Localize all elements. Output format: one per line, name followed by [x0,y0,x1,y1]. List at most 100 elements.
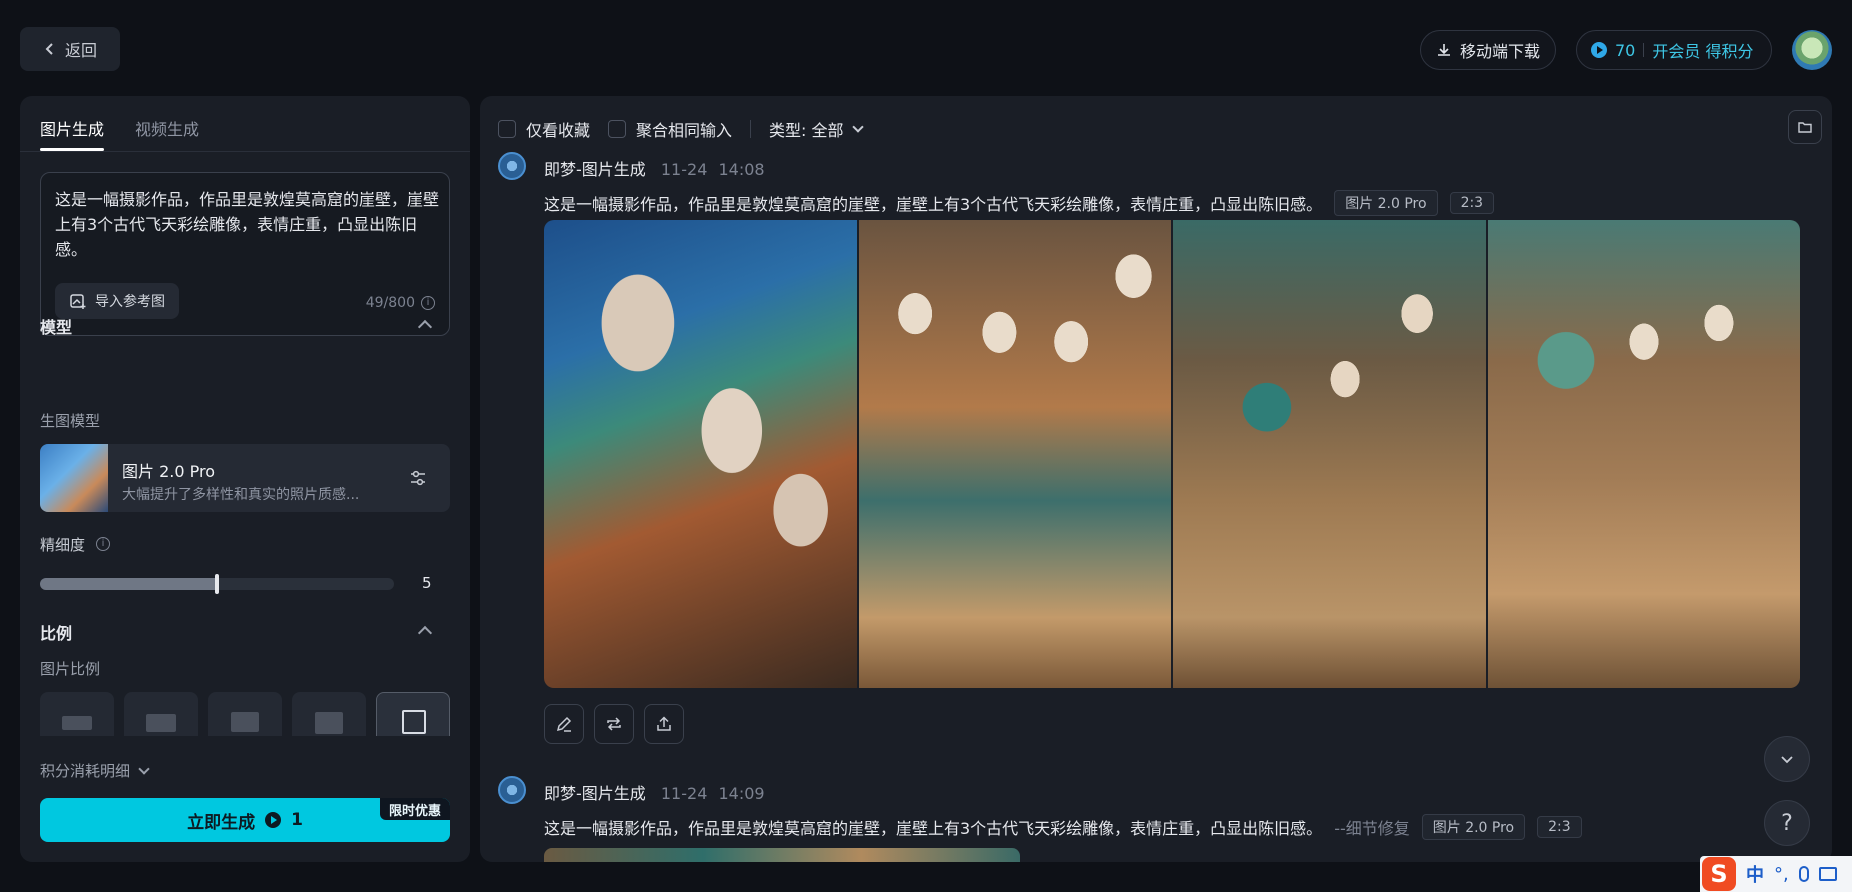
points-coin-icon [1591,42,1607,58]
upload-icon [657,716,671,731]
ratio-tag: 2:3 [1537,816,1582,838]
import-reference-button[interactable]: 导入参考图 [55,283,179,319]
mobile-download-label: 移动端下载 [1459,42,1540,61]
detail-slider-handle[interactable] [215,574,219,594]
help-button[interactable]: ? [1764,800,1810,846]
group-checkbox[interactable] [608,120,627,138]
sliders-icon[interactable] [408,468,428,488]
message-time: 14:09 [718,784,765,803]
microphone-icon[interactable] [1798,866,1809,882]
avatar[interactable] [1792,30,1832,70]
result-message: 即梦-图片生成 11-24 14:09 这是一幅摄影作品，作品里是敦煌莫高窟的崖… [498,776,1758,856]
points-coin-icon [265,812,282,828]
back-label: 返回 [64,41,97,60]
message-date: 11-24 [660,160,708,179]
generate-cost: 1 [291,810,303,830]
cost-detail-toggle[interactable]: 积分消耗明细 [40,760,150,781]
tab-video-generation[interactable]: 视频生成 [135,116,199,140]
ratio-shape [315,712,343,734]
model-tag: 图片 2.0 Pro [1421,814,1526,840]
favorites-filter[interactable]: 仅看收藏 [498,117,590,141]
result-image-grid [544,220,1800,688]
bot-avatar-icon [498,152,526,180]
vip-label: 开会员 得积分 [1652,42,1754,61]
image-add-icon [70,294,86,309]
detail-value: 5 [422,574,432,592]
message-prompt[interactable]: 这是一幅摄影作品，作品里是敦煌莫高窟的崖壁，崖壁上有3个古代飞天彩绘雕像，表情庄… [544,191,1322,215]
cost-detail-label: 积分消耗明细 [40,762,131,780]
chevron-down-icon [1781,756,1793,764]
ratio-tag: 2:3 [1449,192,1495,214]
char-counter: 49/800 i [366,295,435,311]
edit-button[interactable] [544,704,584,744]
info-icon[interactable]: i [421,296,435,310]
repeat-icon [607,717,621,731]
message-header: 即梦-图片生成 11-24 14:08 [544,156,765,180]
message-date: 11-24 [660,784,708,803]
message-author: 即梦-图片生成 [544,784,646,803]
prompt-input[interactable]: 这是一幅摄影作品，作品里是敦煌莫高窟的崖壁，崖壁上有3个古代飞天彩绘雕像，表情庄… [40,172,450,336]
message-prompt-row: 这是一幅摄影作品，作品里是敦煌莫高窟的崖壁，崖壁上有3个古代飞天彩绘雕像，表情庄… [544,814,1582,840]
result-image-preview[interactable] [544,848,1020,862]
detail-label: 精细度 [40,536,86,554]
model-tag: 图片 2.0 Pro [1334,190,1438,216]
model-name: 图片 2.0 Pro [122,462,216,481]
message-header: 即梦-图片生成 11-24 14:09 [544,780,765,804]
model-description: 大幅提升了多样性和真实的照片质感... [122,487,360,503]
mobile-download-button[interactable]: 移动端下载 [1420,30,1556,70]
result-image[interactable] [544,220,857,688]
favorites-checkbox[interactable] [498,120,516,138]
message-time: 14:08 [718,160,765,179]
result-actions [544,704,684,744]
model-section-title: 模型 [40,318,73,337]
char-counter-value: 49/800 [365,295,415,311]
result-image[interactable] [1173,220,1486,688]
model-selector[interactable]: 图片 2.0 Pro 大幅提升了多样性和真实的照片质感... [40,444,450,512]
type-select[interactable]: 类型: 全部 [769,117,864,141]
points-button[interactable]: 70 开会员 得积分 [1576,30,1772,70]
message-suffix: --细节修复 [1334,819,1410,838]
promo-badge: 限时优惠 [380,798,450,820]
ime-punctuation[interactable]: °, [1774,864,1789,885]
bot-avatar-icon [498,776,526,804]
generation-settings-panel: 图片生成 视频生成 这是一幅摄影作品，作品里是敦煌莫高窟的崖壁，崖壁上有3个古代… [20,96,470,862]
share-button[interactable] [644,704,684,744]
chevron-up-icon[interactable] [417,625,433,641]
ratio-sub-label: 图片比例 [40,660,101,678]
group-label: 聚合相同输入 [636,121,733,140]
folder-button[interactable] [1788,110,1822,144]
model-sub-label: 生图模型 [40,412,101,430]
detail-info-icon[interactable]: i [96,537,110,551]
chevron-down-icon [138,762,150,775]
filter-divider [750,120,752,138]
type-select-label: 类型: 全部 [769,121,844,140]
help-label: ? [1781,810,1793,836]
points-value: 70 [1615,40,1636,60]
ime-toolbar: S 中 °, [1700,856,1852,892]
ratio-shape [146,714,176,732]
results-panel: 仅看收藏 聚合相同输入 类型: 全部 即梦-图片生成 11-24 14:08 这… [480,96,1832,862]
chevron-down-icon [851,121,864,133]
ratio-shape [402,710,426,734]
filter-bar: 仅看收藏 聚合相同输入 类型: 全部 [498,114,864,144]
detail-slider-fill [40,578,217,590]
regenerate-button[interactable] [594,704,634,744]
tab-image-generation[interactable]: 图片生成 [40,116,105,151]
chevron-left-icon [45,43,53,55]
detail-slider[interactable] [40,574,394,594]
scroll-down-button[interactable] [1764,736,1810,782]
ratio-shape [231,712,259,732]
keyboard-icon[interactable] [1818,867,1837,881]
back-button[interactable]: 返回 [20,27,120,71]
favorites-label: 仅看收藏 [526,121,591,140]
download-icon [1437,44,1450,56]
model-thumbnail [40,444,108,512]
ime-language[interactable]: 中 [1746,861,1764,887]
result-image[interactable] [858,220,1171,688]
result-image[interactable] [1487,220,1800,688]
prompt-text[interactable]: 这是一幅摄影作品，作品里是敦煌莫高窟的崖壁，崖壁上有3个古代飞天彩绘雕像，表情庄… [55,187,439,262]
message-author: 即梦-图片生成 [544,160,646,179]
message-prompt[interactable]: 这是一幅摄影作品，作品里是敦煌莫高窟的崖壁，崖壁上有3个古代飞天彩绘雕像，表情庄… [544,815,1322,839]
ime-logo-icon[interactable]: S [1702,857,1736,891]
group-filter[interactable]: 聚合相同输入 [608,117,732,141]
